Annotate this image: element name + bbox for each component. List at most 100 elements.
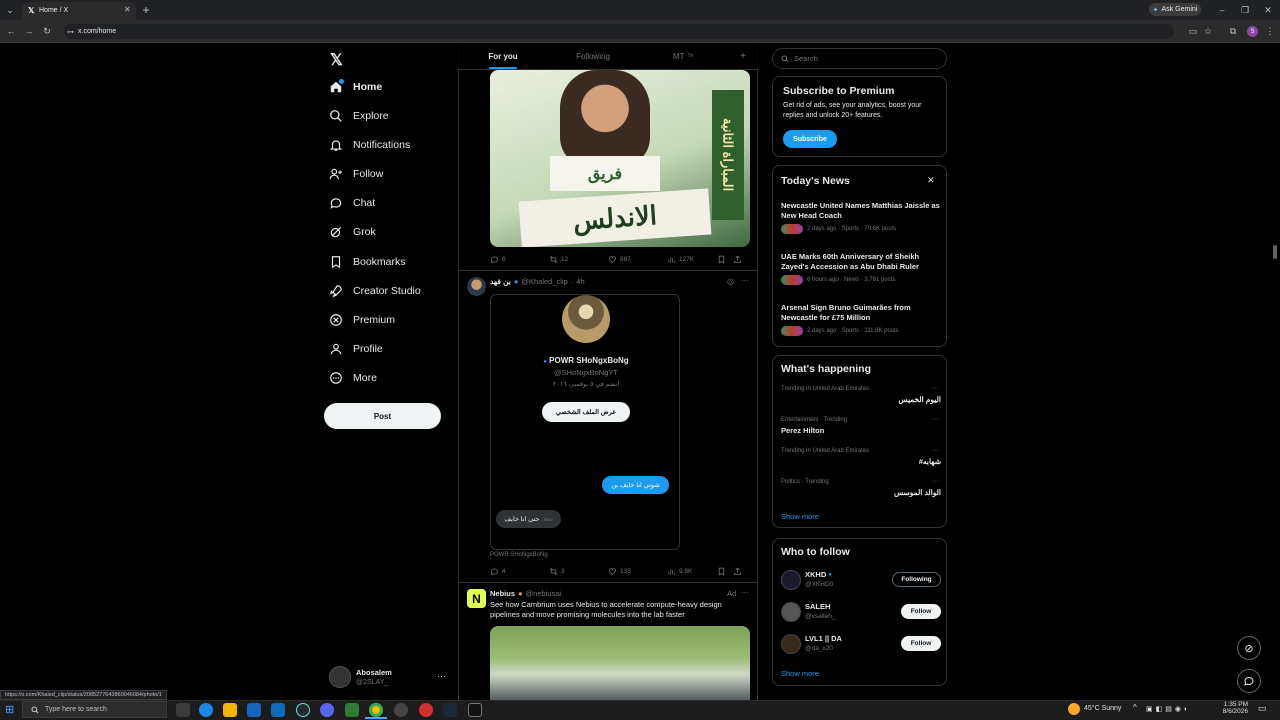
reply-button[interactable]: 4 bbox=[490, 567, 549, 576]
trend-more-icon[interactable]: ··· bbox=[932, 416, 939, 423]
nav-item-profile[interactable]: Profile bbox=[329, 338, 449, 360]
tab-following[interactable]: Following bbox=[548, 43, 638, 69]
notification-center-icon[interactable]: ▭ bbox=[1258, 703, 1267, 714]
post-button[interactable]: Post bbox=[324, 403, 441, 429]
show-more-follow-link[interactable]: Show more bbox=[781, 669, 819, 678]
nav-item-premium[interactable]: Premium bbox=[329, 309, 449, 331]
profile-avatar[interactable]: S bbox=[1247, 26, 1258, 37]
clock[interactable]: 1:35 PM 8/6/2026 bbox=[1220, 701, 1248, 715]
nav-item-explore[interactable]: Explore bbox=[329, 105, 449, 127]
views-button[interactable]: 9.8K bbox=[667, 567, 717, 576]
news-item[interactable]: UAE Marks 60th Anniversary of Sheikh Zay… bbox=[781, 252, 941, 285]
grok-icon[interactable]: ◎ bbox=[727, 277, 734, 286]
repost-button[interactable]: 12 bbox=[549, 255, 608, 264]
new-tab-icon[interactable]: + bbox=[139, 3, 153, 17]
post-time[interactable]: 4h bbox=[576, 277, 584, 286]
author-handle[interactable]: @nebiusai bbox=[526, 589, 562, 598]
trend-more-icon[interactable]: ··· bbox=[932, 447, 939, 454]
forward-icon[interactable]: → bbox=[22, 24, 36, 38]
nav-item-grok[interactable]: Grok bbox=[329, 221, 449, 243]
tab-for-you[interactable]: For you bbox=[458, 43, 548, 69]
nav-item-bookmarks[interactable]: Bookmarks bbox=[329, 251, 449, 273]
author-avatar[interactable] bbox=[467, 277, 486, 296]
site-info-icon[interactable]: ⊶ bbox=[67, 28, 74, 36]
media-app-icon[interactable] bbox=[419, 703, 433, 717]
news-item[interactable]: Arsenal Sign Bruno Guimarães from Newcas… bbox=[781, 303, 941, 336]
nebius-logo-avatar[interactable]: N bbox=[467, 589, 486, 608]
task-view-icon[interactable] bbox=[176, 703, 190, 717]
nav-item-creator-studio[interactable]: Creator Studio bbox=[329, 280, 449, 302]
browser-tab[interactable]: 𝕏 Home / X ✕ bbox=[22, 2, 136, 20]
views-button[interactable]: 127K bbox=[667, 255, 717, 264]
trend-item[interactable]: Entertainment · Trending ··· Perez Hilton bbox=[781, 416, 941, 443]
mail-icon[interactable] bbox=[247, 703, 261, 717]
messages-floating-button[interactable] bbox=[1237, 669, 1261, 693]
like-button[interactable]: 887 bbox=[608, 255, 667, 264]
follow-button[interactable]: Follow bbox=[901, 604, 941, 619]
discord-icon[interactable] bbox=[320, 703, 334, 717]
nav-item-follow[interactable]: Follow bbox=[329, 163, 449, 185]
nav-item-home[interactable]: Home bbox=[329, 76, 449, 98]
settings-gear-icon[interactable] bbox=[394, 703, 408, 717]
reply-button[interactable]: 6 bbox=[490, 255, 549, 264]
tray-chevron-icon[interactable]: ^ bbox=[1133, 703, 1137, 712]
follow-suggestion[interactable]: LVL1 || DA @da_x20 Follow bbox=[781, 632, 941, 658]
post-image[interactable]: فريق الاندلس المباراة الثانية bbox=[490, 70, 750, 247]
repost-button[interactable]: 3 bbox=[549, 567, 608, 576]
browser-menu-icon[interactable]: ⋮ bbox=[1263, 24, 1277, 38]
url-field[interactable]: ⊶ x.com/home bbox=[64, 24, 1174, 39]
like-button[interactable]: 135 bbox=[608, 567, 667, 576]
cast-icon[interactable]: ▭ bbox=[1186, 24, 1200, 38]
post-image[interactable]: ● POWR SHoNgxBoNg @SHoNgxBoNgYT انضم في … bbox=[490, 294, 680, 550]
bookmark-button[interactable] bbox=[717, 567, 733, 576]
trend-more-icon[interactable]: ··· bbox=[932, 478, 939, 485]
edge-browser-icon[interactable] bbox=[199, 703, 213, 717]
follow-suggestion[interactable]: SALEH @vsalleh_ Follow bbox=[781, 600, 941, 626]
author-handle[interactable]: @Khaled_clip bbox=[521, 277, 567, 286]
bookmark-star-icon[interactable]: ☆ bbox=[1201, 24, 1215, 38]
ad-image[interactable] bbox=[490, 626, 750, 700]
ask-gemini-button[interactable]: ✦ Ask Gemini bbox=[1149, 3, 1201, 16]
news-item[interactable]: Newcastle United Names Matthias Jaissle … bbox=[781, 201, 941, 234]
add-tab-icon[interactable]: + bbox=[728, 43, 758, 69]
follow-button[interactable]: Follow bbox=[901, 636, 941, 651]
nav-item-more[interactable]: More bbox=[329, 367, 449, 389]
taskbar-search-input[interactable]: Type here to search bbox=[22, 701, 167, 718]
author-name[interactable]: بن فهد bbox=[490, 277, 511, 286]
share-button[interactable] bbox=[733, 567, 742, 576]
trend-item[interactable]: Trending in United Arab Emirates ··· #شهاب… bbox=[781, 447, 941, 474]
share-button[interactable] bbox=[733, 255, 742, 264]
reload-icon[interactable]: ↻ bbox=[40, 24, 54, 38]
restore-icon[interactable]: ❐ bbox=[1238, 3, 1252, 17]
more-options-icon[interactable]: ··· bbox=[741, 588, 749, 597]
tab-mt[interactable]: MT Tri bbox=[638, 43, 728, 69]
tray-icons[interactable]: ▣◧▤◉◐ bbox=[1146, 705, 1191, 713]
minimize-icon[interactable]: – bbox=[1215, 3, 1229, 17]
back-icon[interactable]: ← bbox=[4, 24, 18, 38]
subscribe-button[interactable]: Subscribe bbox=[783, 130, 837, 148]
extensions-icon[interactable]: ⧉ bbox=[1226, 24, 1240, 38]
follow-suggestion[interactable]: XKHD ● @XKHD0 Following bbox=[781, 568, 941, 594]
author-name[interactable]: Nebius bbox=[490, 589, 515, 598]
atom-app-icon[interactable] bbox=[296, 703, 310, 717]
nav-item-notifications[interactable]: Notifications bbox=[329, 134, 449, 156]
nav-item-chat[interactable]: Chat bbox=[329, 192, 449, 214]
x-logo-icon[interactable]: 𝕏 bbox=[330, 50, 343, 70]
x-app-icon[interactable] bbox=[468, 703, 482, 717]
page-scrollbar-thumb[interactable] bbox=[1273, 245, 1277, 259]
show-more-trends-link[interactable]: Show more bbox=[781, 512, 819, 521]
search-input[interactable]: Search bbox=[772, 48, 947, 69]
following-button[interactable]: Following bbox=[892, 572, 941, 587]
store-icon[interactable] bbox=[271, 703, 285, 717]
terminal-app-icon[interactable] bbox=[345, 703, 359, 717]
tab-close-icon[interactable]: ✕ bbox=[124, 5, 131, 14]
weather-text[interactable]: 45°C Sunny bbox=[1084, 705, 1121, 712]
chrome-icon[interactable] bbox=[369, 703, 383, 717]
bookmark-button[interactable] bbox=[717, 255, 733, 264]
tab-search-icon[interactable]: ⌄ bbox=[3, 3, 17, 17]
trend-more-icon[interactable]: ··· bbox=[932, 385, 939, 392]
windows-start-icon[interactable]: ⊞ bbox=[5, 703, 14, 716]
file-explorer-icon[interactable] bbox=[223, 703, 237, 717]
window-close-icon[interactable]: ✕ bbox=[1261, 3, 1275, 17]
close-icon[interactable]: ✕ bbox=[927, 175, 935, 186]
